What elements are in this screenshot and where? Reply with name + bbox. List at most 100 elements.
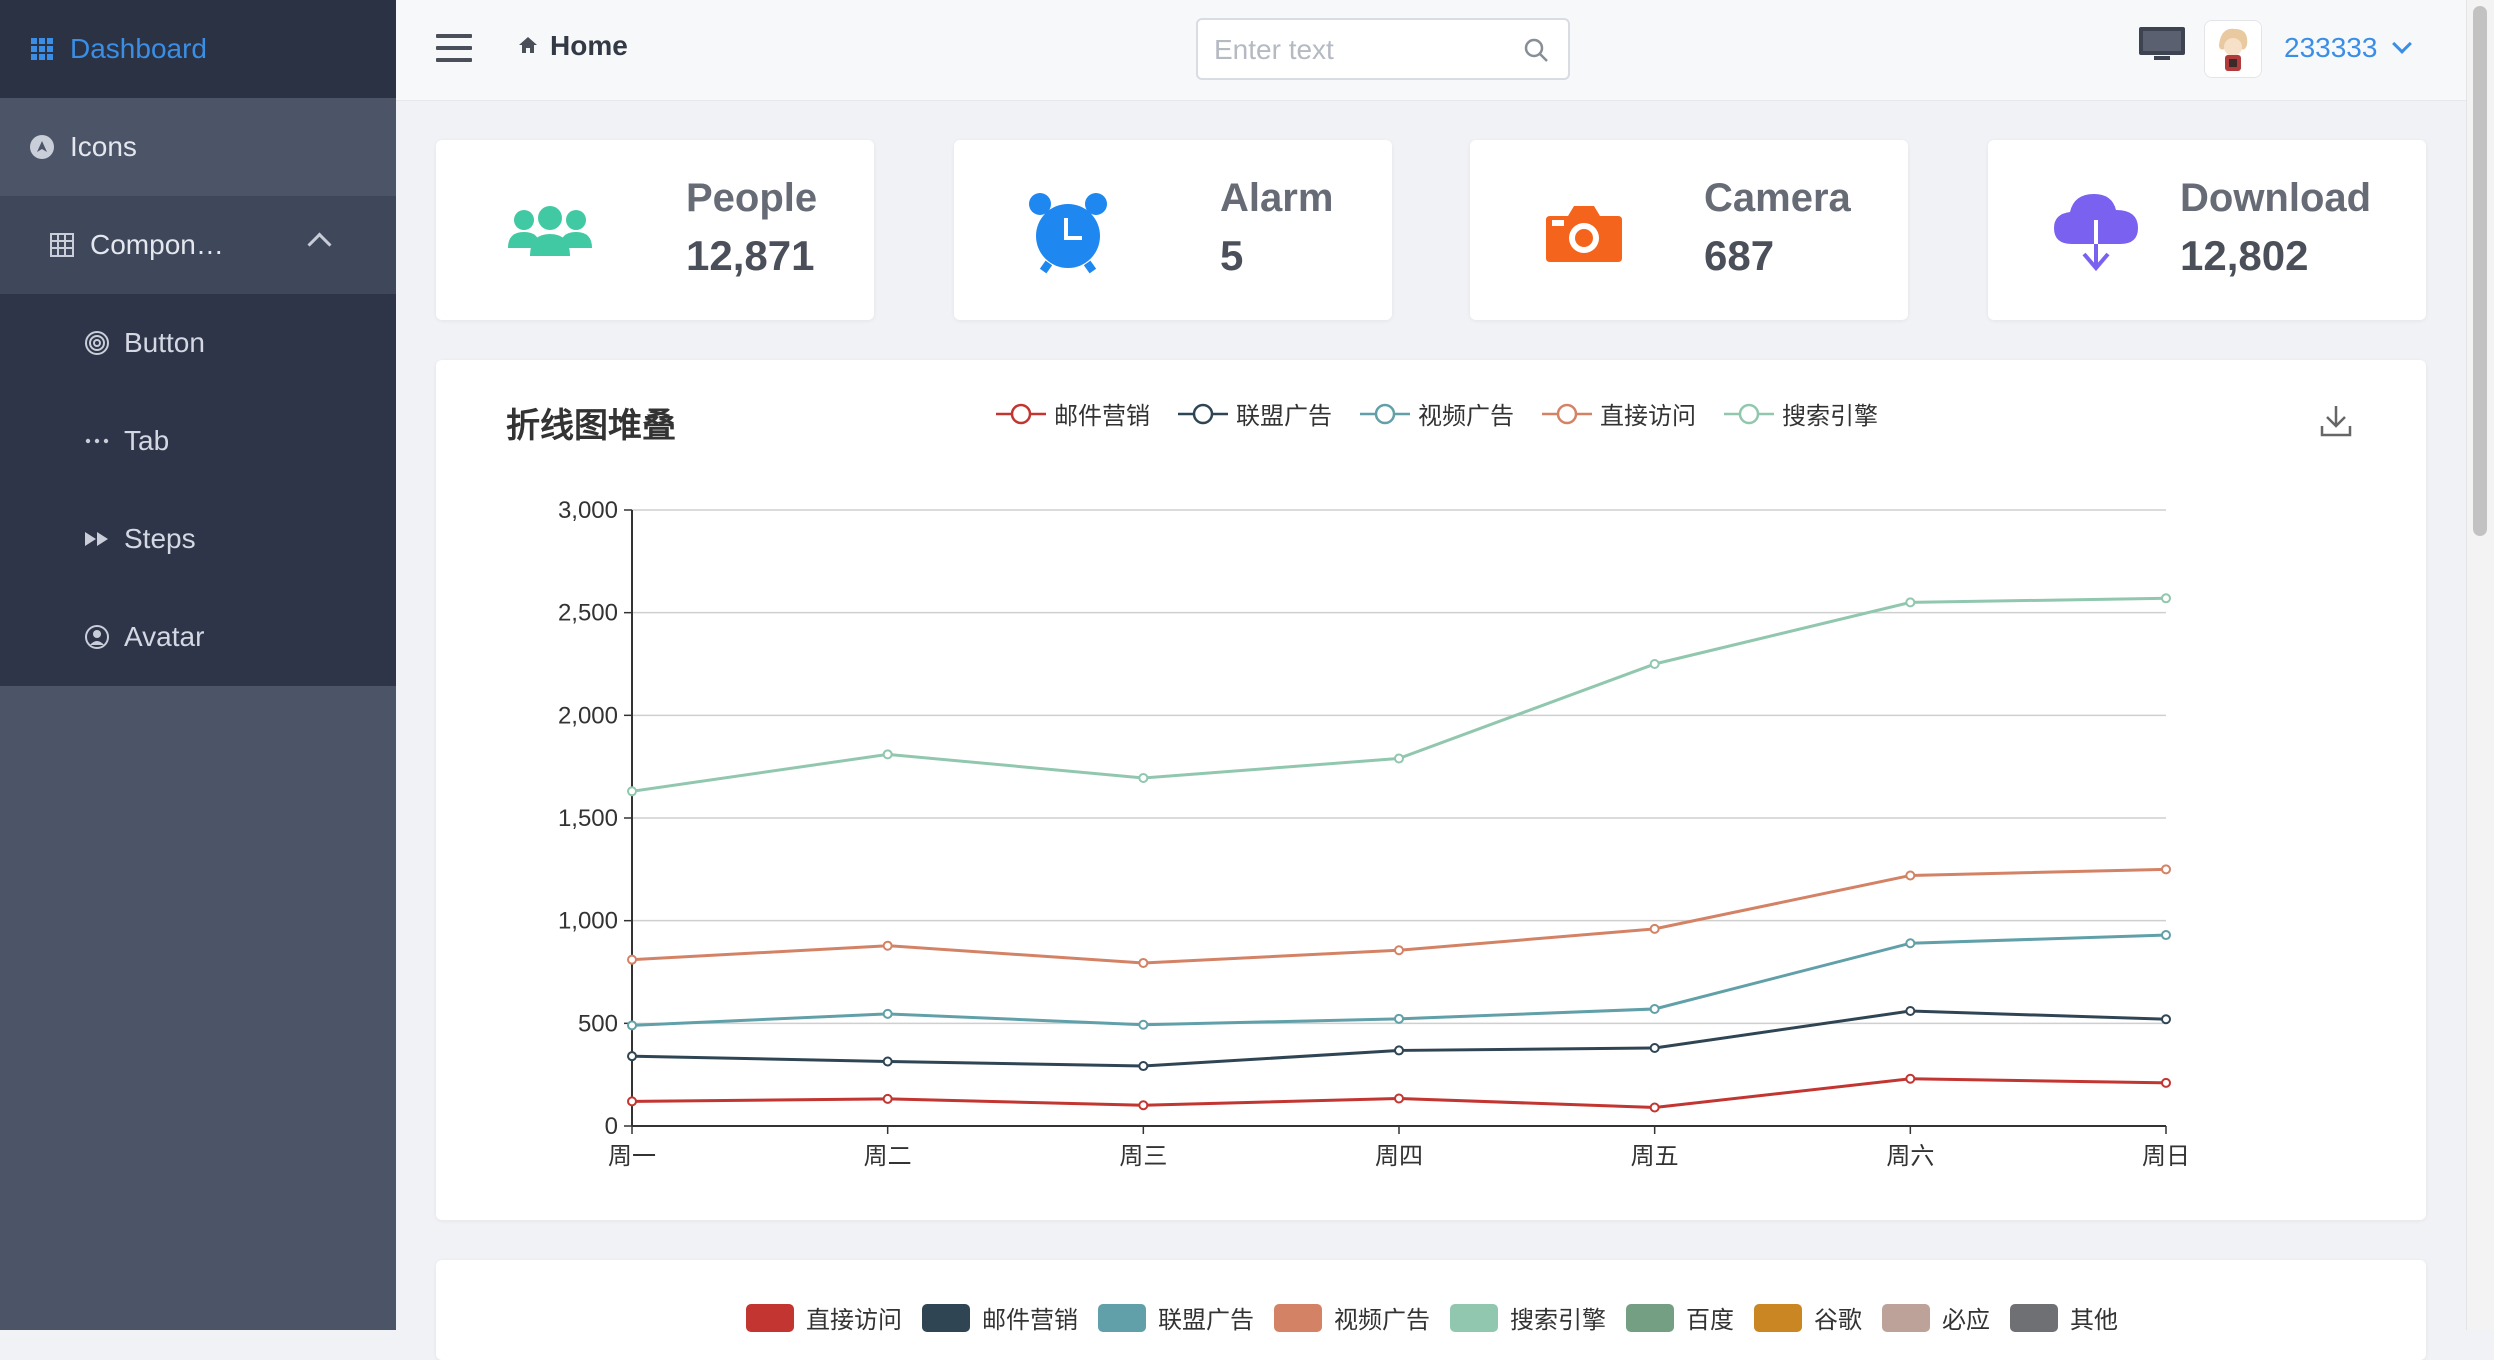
sidebar-item-label: Avatar (124, 621, 205, 652)
data-point (1905, 597, 1916, 608)
compass-icon (28, 133, 56, 161)
legend-label: 搜索引擎 (1782, 403, 1878, 430)
legend-item[interactable]: 视频广告 (1360, 396, 1514, 431)
stat-card-alarm: Alarm 5 (954, 140, 1392, 320)
data-point (1394, 945, 1404, 956)
sidebar: Dashboard Icons Compon… Button Tab Steps… (0, 0, 396, 1330)
user-menu[interactable]: 233333 (2284, 32, 2413, 64)
stat-value: 12,802 (2180, 232, 2309, 279)
grid-icon (28, 35, 56, 63)
data-point (627, 954, 637, 965)
sidebar-item-label: Tab (124, 425, 170, 456)
data-point (627, 786, 637, 797)
search-box (1196, 18, 1570, 80)
data-point (1138, 1100, 1149, 1111)
sidebar-item-label: Compon… (90, 229, 224, 260)
sidebar-item-label: Steps (124, 523, 196, 554)
line-chart: 0 500 1,000 1,500 2,000 2,500 3,000 周一 周二 周三 周四 周五 周… (558, 497, 2190, 1170)
data-point (882, 940, 893, 951)
data-point (882, 749, 893, 760)
data-point (1649, 659, 1660, 669)
sidebar-item-steps[interactable]: Steps (0, 490, 396, 588)
stat-card-camera: Camera 687 (1470, 140, 1908, 320)
scroll-thumb[interactable] (2473, 6, 2487, 536)
data-point (882, 1093, 893, 1104)
data-point (1905, 1073, 1916, 1084)
chevron-down-icon (2392, 34, 2413, 54)
data-point (1394, 753, 1404, 764)
monitor-icon[interactable] (2138, 26, 2186, 67)
fingerprint-icon (84, 330, 110, 356)
stat-title: People (686, 176, 818, 220)
x-tick-label: 周六 (1886, 1142, 1934, 1170)
breadcrumb-home: Home (550, 30, 628, 61)
legend-item[interactable]: 搜索引擎 (1724, 396, 1878, 431)
download-icon[interactable] (2320, 404, 2352, 443)
legend-swatch (1274, 1303, 1322, 1332)
sidebar-item-button[interactable]: Button (0, 294, 396, 392)
y-tick-label: 0 (605, 1113, 618, 1140)
data-point (1394, 1045, 1404, 1056)
alarm-clock-icon (1020, 190, 1116, 274)
page-scrollbar[interactable] (2466, 0, 2494, 1330)
pie-chart-card: 直接访问 邮件营销 联盟广告 视频广告 搜索引擎 百度 谷歌 必应 其他 (436, 1260, 2426, 1360)
sidebar-item-label: Icons (70, 131, 137, 162)
legend-item[interactable]: 联盟广告 (1178, 396, 1332, 431)
legend-item[interactable]: 邮件营销 (996, 396, 1150, 431)
data-point (627, 1020, 637, 1031)
sidebar-item-avatar[interactable]: Avatar (0, 588, 396, 686)
data-point (1138, 957, 1149, 968)
username: 233333 (2284, 32, 2378, 63)
y-tick-label: 1,000 (558, 908, 618, 935)
stat-value: 12,871 (686, 232, 815, 279)
data-point (1649, 1042, 1660, 1053)
legend-marker-icon (1542, 403, 1592, 424)
data-point (1649, 1102, 1660, 1113)
stat-card-download: Download 12,802 (1988, 140, 2426, 320)
sidebar-item-tab[interactable]: Tab (0, 392, 396, 490)
legend-marker-icon (1724, 403, 1774, 424)
menu-toggle-icon[interactable] (436, 34, 472, 62)
sidebar-item-label: Dashboard (70, 33, 207, 64)
sidebar-item-dashboard[interactable]: Dashboard (0, 0, 396, 98)
chart-legend: 邮件营销 联盟广告 视频广告 直接访问 搜索引擎 (996, 396, 1906, 431)
user-circle-icon (84, 624, 110, 650)
cloud-download-icon (2048, 190, 2144, 274)
data-point (1138, 772, 1149, 783)
legend-marker-icon (1178, 403, 1228, 424)
data-point (1905, 1006, 1916, 1017)
x-tick-label: 周一 (608, 1142, 656, 1170)
legend-swatch (2010, 1303, 2058, 1332)
data-point (2161, 1014, 2171, 1025)
x-tick-label: 周三 (1119, 1142, 1167, 1170)
stat-title: Download (2180, 176, 2372, 220)
breadcrumb[interactable]: Home (518, 30, 628, 62)
y-tick-label: 2,000 (558, 702, 618, 729)
search-icon[interactable] (1522, 36, 1550, 69)
ellipsis-icon (84, 428, 110, 454)
fast-forward-icon (84, 526, 110, 552)
y-tick-label: 1,500 (558, 805, 618, 832)
x-tick-label: 周四 (1375, 1142, 1423, 1170)
search-input[interactable] (1212, 30, 1506, 70)
line-chart-card: 0 500 1,000 1,500 2,000 2,500 3,000 周一 周二 周三 周四 周五 周… (436, 360, 2426, 1220)
data-point (2161, 864, 2171, 875)
chart-title: 折线图堆叠 (506, 407, 676, 445)
legend-item[interactable]: 直接访问 (1542, 396, 1696, 431)
x-tick-label: 周五 (1631, 1142, 1679, 1170)
data-point (1138, 1061, 1149, 1072)
legend-marker-icon (1360, 403, 1410, 424)
avatar[interactable] (2204, 20, 2262, 78)
camera-icon (1536, 190, 1632, 274)
stat-value: 687 (1704, 232, 1775, 279)
y-tick-label: 500 (578, 1010, 618, 1037)
sidebar-item-label: Button (124, 327, 205, 358)
data-point (1138, 1019, 1149, 1030)
sidebar-item-components[interactable]: Compon… (0, 196, 396, 294)
legend-swatch (746, 1303, 794, 1332)
legend-label: 视频广告 (1418, 403, 1514, 430)
top-header: Home 233333 (396, 0, 2466, 101)
components-submenu: Button Tab Steps Avatar (0, 294, 396, 686)
table-icon (48, 231, 76, 259)
sidebar-item-icons[interactable]: Icons (0, 98, 396, 196)
